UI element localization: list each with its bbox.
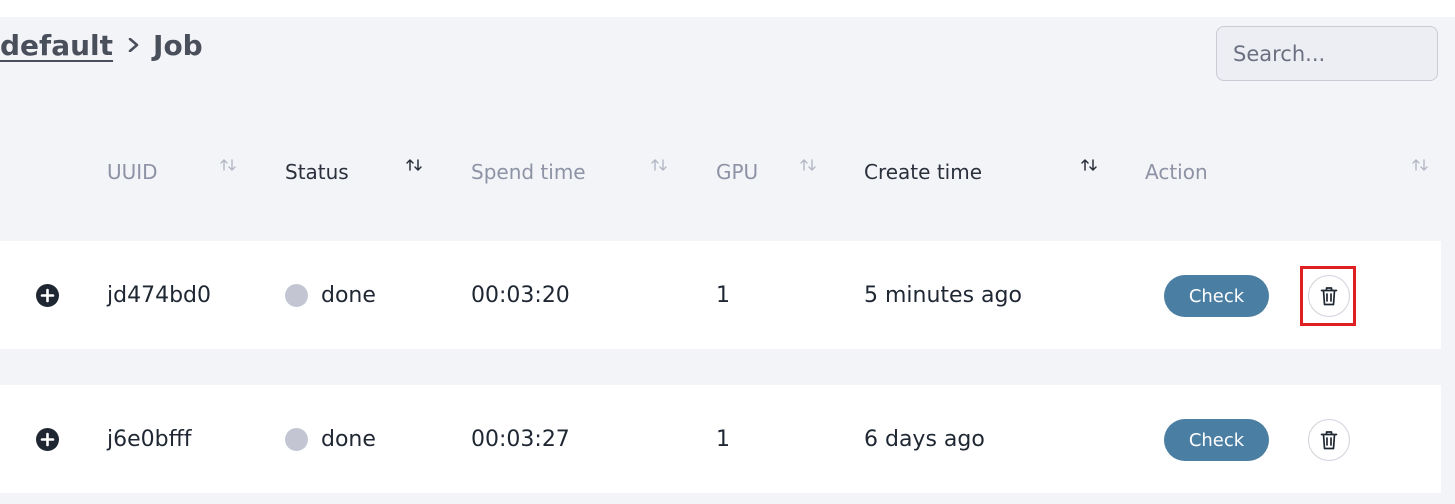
jobs-page: default Job UUID Status Spend time GPU C…	[0, 17, 1455, 504]
column-header-uuid[interactable]: UUID	[107, 152, 158, 192]
check-button[interactable]: Check	[1164, 275, 1269, 317]
sort-arrows-icon[interactable]	[650, 158, 668, 172]
table-header: UUID Status Spend time GPU Create time A…	[0, 152, 1455, 192]
status-dot-icon	[285, 427, 308, 451]
column-header-gpu[interactable]: GPU	[716, 152, 758, 192]
chevron-right-icon	[127, 38, 141, 52]
status-label: done	[321, 282, 376, 308]
table-row: j6e0bfff done 00:03:27 1 6 days ago Chec…	[0, 385, 1441, 493]
status-cell: done	[285, 385, 376, 493]
column-header-action[interactable]: Action	[1145, 152, 1208, 192]
gpu-cell: 1	[716, 282, 730, 308]
breadcrumb: default Job	[0, 25, 203, 65]
delete-button[interactable]	[1308, 275, 1350, 317]
check-button[interactable]: Check	[1164, 419, 1269, 461]
trash-icon	[1320, 286, 1338, 306]
trash-icon	[1320, 430, 1338, 450]
gpu-cell: 1	[716, 426, 730, 452]
breadcrumb-link-default[interactable]: default	[0, 29, 117, 62]
delete-button[interactable]	[1308, 419, 1350, 461]
status-dot-icon	[285, 283, 308, 307]
column-header-create-time[interactable]: Create time	[864, 152, 982, 192]
table-row: jd474bd0 done 00:03:20 1 5 minutes ago C…	[0, 241, 1441, 349]
sort-arrows-icon[interactable]	[1411, 158, 1429, 172]
spend-time-cell: 00:03:27	[471, 426, 570, 452]
plus-circle-icon[interactable]	[36, 284, 59, 307]
uuid-cell: jd474bd0	[107, 282, 211, 308]
breadcrumb-current: Job	[153, 28, 203, 62]
status-label: done	[321, 426, 376, 452]
sort-arrows-icon[interactable]	[799, 158, 817, 172]
plus-circle-icon[interactable]	[36, 428, 59, 451]
column-header-status[interactable]: Status	[285, 152, 349, 192]
sort-arrows-icon[interactable]	[1080, 158, 1098, 172]
spend-time-cell: 00:03:20	[471, 282, 570, 308]
search-input[interactable]	[1216, 26, 1438, 81]
status-cell: done	[285, 241, 376, 349]
sort-arrows-icon[interactable]	[219, 158, 237, 172]
uuid-cell: j6e0bfff	[107, 426, 192, 452]
column-header-spend-time[interactable]: Spend time	[471, 152, 586, 192]
create-time-cell: 5 minutes ago	[864, 282, 1022, 308]
create-time-cell: 6 days ago	[864, 426, 985, 452]
sort-arrows-icon[interactable]	[405, 158, 423, 172]
